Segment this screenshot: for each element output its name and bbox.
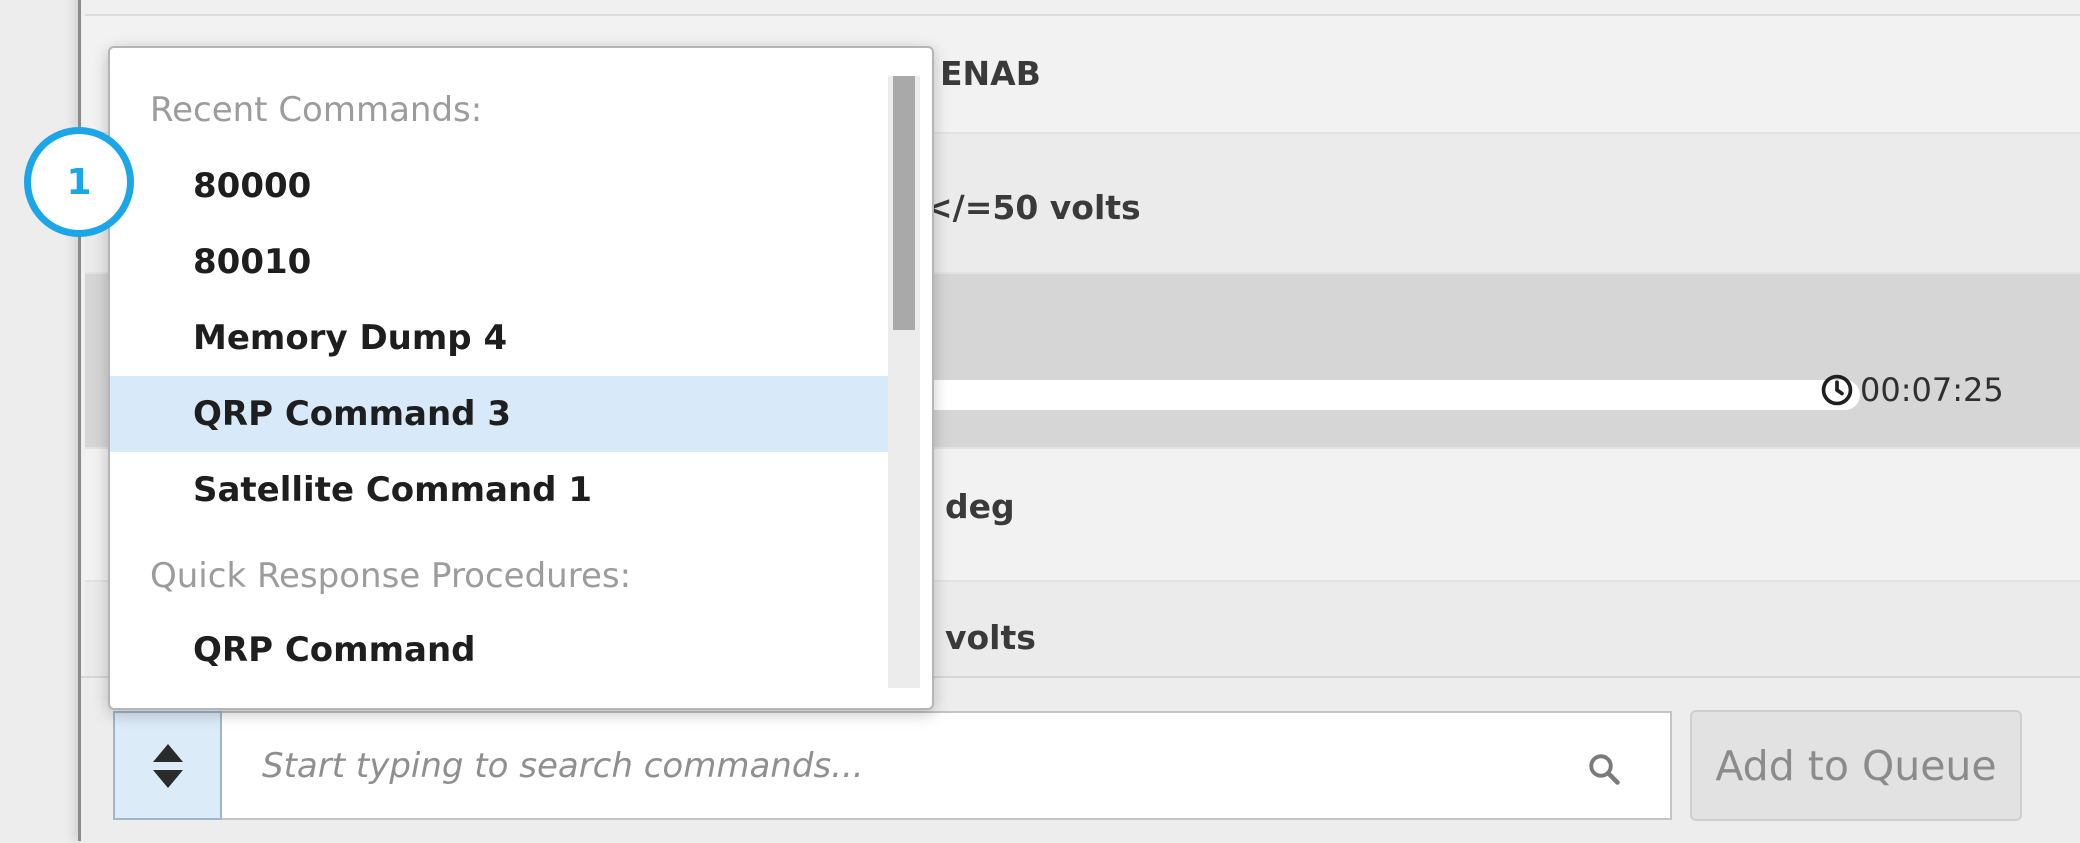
dropdown-item[interactable]: Satellite Command 1 [110, 452, 888, 528]
elapsed-time: 00:07:25 [1860, 371, 2004, 409]
dropdown-item[interactable]: 80000 [110, 148, 888, 224]
search-icon[interactable] [1586, 751, 1622, 787]
progress-bar [885, 380, 1860, 410]
sort-up-down-icon [152, 743, 183, 788]
search-input[interactable] [262, 713, 1562, 818]
add-to-queue-button[interactable]: Add to Queue [1690, 710, 2022, 821]
clock-icon [1821, 374, 1853, 406]
section-header-qrp: Quick Response Procedures: [150, 556, 632, 596]
search-box [222, 711, 1672, 820]
queue-row-text: deg [945, 487, 1015, 526]
command-dropdown-menu: Recent Commands: 80000 80010 Memory Dump… [108, 46, 934, 710]
dropdown-toggle-button[interactable] [113, 711, 222, 820]
queue-row-text: </=50 volts [925, 188, 1141, 227]
elapsed-timer: 00:07:25 [1820, 371, 2004, 409]
dropdown-item[interactable]: Memory Dump 4 [110, 300, 888, 376]
dropdown-scrollbar-thumb[interactable] [893, 76, 915, 330]
queue-row-text: ENAB [940, 54, 1041, 93]
dropdown-item[interactable]: 80010 [110, 224, 888, 300]
step-marker: 1 [24, 127, 134, 237]
queue-row-text: volts [945, 618, 1036, 657]
dropdown-item-selected[interactable]: QRP Command 3 [110, 376, 888, 452]
dropdown-item[interactable]: QRP Command [110, 612, 888, 688]
section-header-recent: Recent Commands: [150, 90, 483, 130]
